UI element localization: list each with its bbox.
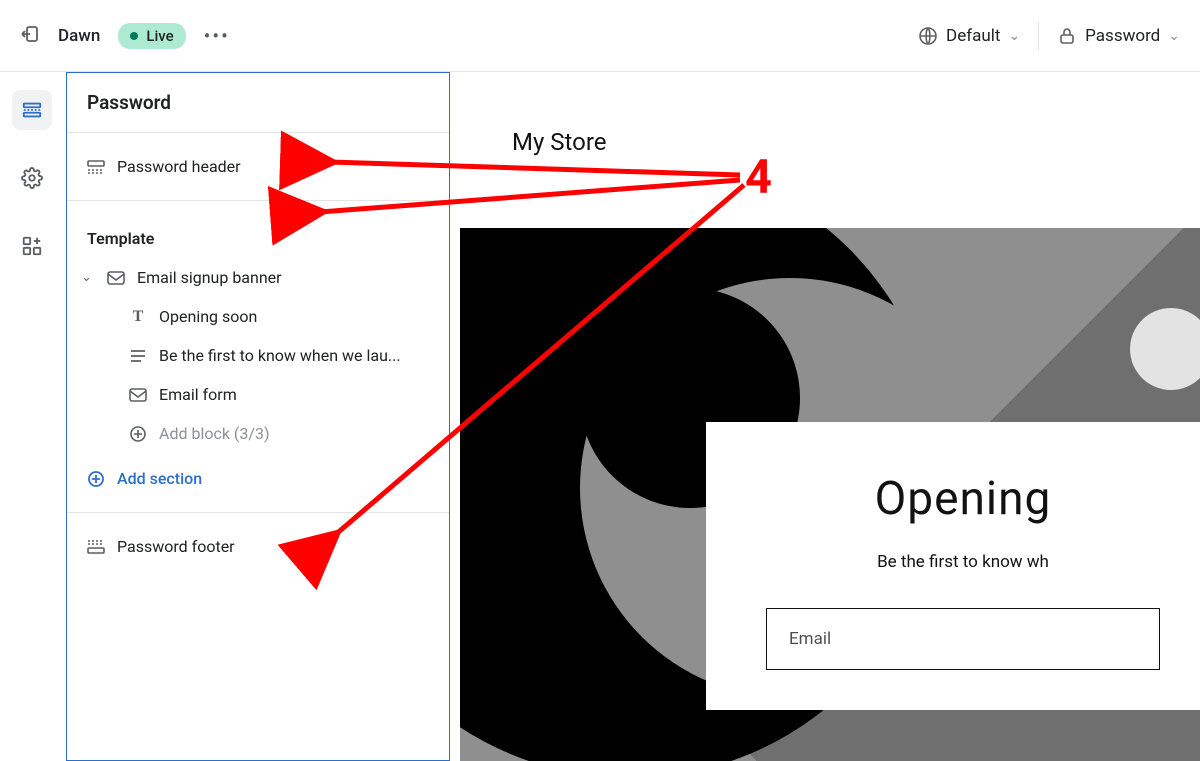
block-opening-soon[interactable]: T Opening soon: [67, 297, 449, 336]
divider: [1038, 22, 1039, 50]
email-placeholder: Email: [789, 629, 831, 649]
page-dropdown[interactable]: Password ⌄: [1057, 26, 1180, 46]
section-label: Password footer: [117, 537, 235, 556]
header-section-icon: [87, 158, 105, 176]
left-icon-rail: [0, 72, 64, 761]
preview-store-name: My Store: [512, 128, 606, 156]
locale-dropdown[interactable]: Default ⌄: [918, 26, 1020, 46]
block-paragraph[interactable]: Be the first to know when we lau...: [67, 336, 449, 375]
theme-name: Dawn: [58, 26, 100, 46]
block-email-form[interactable]: Email form: [67, 375, 449, 414]
email-icon: [129, 386, 147, 404]
page-dropdown-label: Password: [1085, 26, 1160, 46]
email-section-icon: [107, 269, 125, 287]
add-block-label: Add block (3/3): [159, 424, 270, 443]
live-badge-label: Live: [146, 27, 173, 45]
chevron-down-icon: ⌄: [1008, 28, 1020, 44]
globe-icon: [918, 26, 938, 46]
preview-heading: Opening: [766, 472, 1160, 526]
chevron-down-icon: ⌄: [1168, 28, 1180, 44]
add-block-button: Add block (3/3): [67, 414, 449, 453]
preview-email-input[interactable]: Email: [766, 608, 1160, 670]
topbar-left: Dawn Live •••: [20, 23, 230, 49]
preview-signup-card: Opening Be the first to know wh Email: [706, 422, 1200, 710]
panel-title: Password: [67, 73, 449, 133]
add-section-label: Add section: [117, 469, 202, 488]
locale-label: Default: [946, 26, 1000, 46]
template-heading: Template: [67, 215, 449, 258]
lock-icon: [1057, 26, 1077, 46]
block-label: Be the first to know when we lau...: [159, 346, 401, 365]
header-group: Password header: [67, 133, 449, 201]
status-dot-icon: [130, 32, 138, 40]
chevron-down-icon[interactable]: ⌄: [81, 270, 95, 285]
theme-preview: My Store Opening Be the first to know wh…: [450, 72, 1200, 761]
preview-subtext: Be the first to know wh: [766, 552, 1160, 572]
section-label: Password header: [117, 157, 241, 176]
apps-tab-button[interactable]: [12, 226, 52, 266]
section-password-header[interactable]: Password header: [67, 147, 449, 186]
footer-section-icon: [87, 538, 105, 556]
live-status-badge: Live: [118, 23, 185, 49]
section-label: Email signup banner: [137, 268, 282, 287]
text-block-icon: T: [129, 308, 147, 326]
exit-icon[interactable]: [20, 24, 40, 48]
block-label: Email form: [159, 385, 237, 404]
block-label: Opening soon: [159, 307, 257, 326]
plus-circle-icon: [129, 425, 147, 443]
sections-panel: Password Password header Template ⌄ Emai…: [66, 72, 450, 761]
editor-body: Password Password header Template ⌄ Emai…: [0, 72, 1200, 761]
settings-tab-button[interactable]: [12, 158, 52, 198]
template-group: Template ⌄ Email signup banner T Opening…: [67, 201, 449, 513]
editor-topbar: Dawn Live ••• Default ⌄ Password ⌄: [0, 0, 1200, 72]
footer-group: Password footer: [67, 513, 449, 580]
section-password-footer[interactable]: Password footer: [67, 527, 449, 566]
sections-tab-button[interactable]: [12, 90, 52, 130]
paragraph-icon: [129, 347, 147, 365]
section-email-signup-banner[interactable]: ⌄ Email signup banner: [67, 258, 449, 297]
more-actions-icon[interactable]: •••: [204, 24, 230, 48]
annotation-number: 4: [745, 150, 772, 205]
add-section-button[interactable]: Add section: [67, 453, 449, 498]
topbar-right: Default ⌄ Password ⌄: [918, 22, 1180, 50]
plus-circle-icon: [87, 470, 105, 488]
